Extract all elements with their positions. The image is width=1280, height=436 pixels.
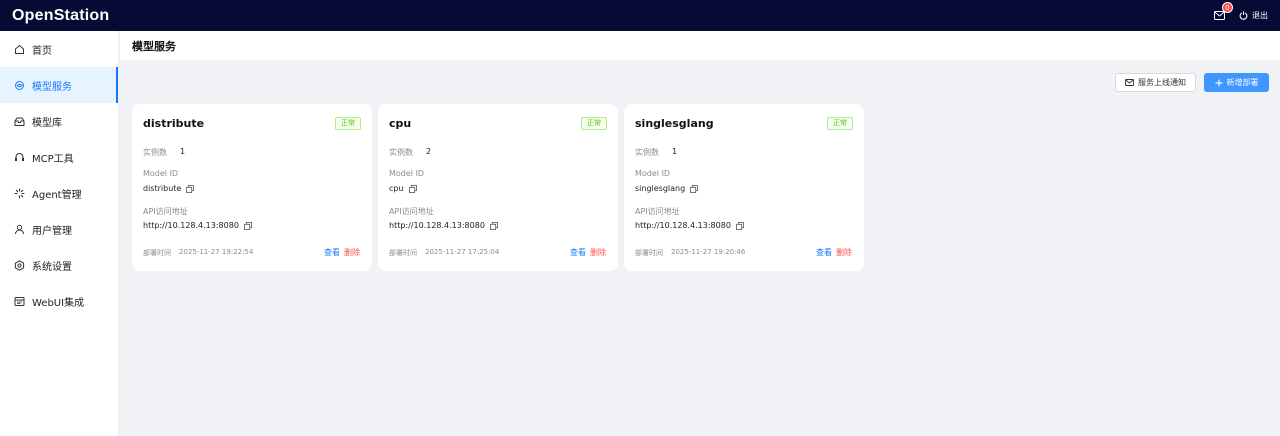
copy-icon[interactable]	[244, 221, 252, 230]
model-id-value: distribute	[143, 184, 195, 193]
sidebar-item-mcp-tools[interactable]: MCP工具	[0, 139, 118, 175]
copy-icon[interactable]	[690, 184, 699, 193]
view-link[interactable]: 查看	[324, 247, 340, 258]
sidebar-item-label: 用户管理	[32, 225, 72, 237]
sidebar-item-model-library[interactable]: 模型库	[0, 103, 118, 139]
settings-icon	[14, 259, 25, 271]
deploy-time-label: 部署时间	[143, 249, 171, 257]
sidebar-item-label: 首页	[32, 45, 52, 57]
model-id-text: cpu	[389, 184, 404, 193]
instances-label: 实例数	[389, 148, 413, 157]
service-card: distribute 正常 实例数 1 Model ID distribute …	[132, 104, 372, 271]
user-icon	[14, 224, 25, 235]
instances-value: 2	[426, 147, 431, 156]
logout-button[interactable]: 退出	[1239, 10, 1268, 21]
instances-count: 1	[180, 147, 186, 156]
notify-button-label: 服务上线通知	[1138, 78, 1186, 87]
mail-icon	[1125, 79, 1134, 86]
api-address-label: API访问地址	[389, 207, 434, 216]
agent-icon	[14, 187, 25, 199]
model-id-text: singlesglang	[635, 184, 686, 193]
top-right-actions: 0 退出	[1209, 1, 1268, 26]
api-address-value: http://10.128.4.13:8080	[635, 221, 744, 230]
delete-link[interactable]: 删除	[344, 247, 360, 258]
deploy-time-value: 2025-11-27 19:20:46	[671, 248, 746, 256]
deploy-time: 部署时间 2025-11-27 17:25:04	[389, 248, 499, 258]
api-address-label: API访问地址	[143, 207, 188, 216]
sidebar-item-label: 模型服务	[32, 81, 72, 93]
deploy-time-value: 2025-11-27 19:22:54	[179, 248, 254, 256]
service-name: distribute	[143, 117, 205, 130]
top-bar: OpenStation 0 退出	[0, 0, 1280, 31]
copy-icon[interactable]	[186, 184, 195, 193]
mcp-tools-icon	[14, 152, 25, 163]
home-icon	[14, 44, 25, 55]
model-service-icon	[14, 80, 25, 91]
api-address-value: http://10.128.4.13:8080	[389, 221, 498, 230]
sidebar-item-agent[interactable]: Agent管理	[0, 175, 118, 211]
model-id-label: Model ID	[143, 169, 179, 178]
service-name: singlesglang	[635, 117, 714, 130]
api-address-value: http://10.128.4.13:8080	[143, 221, 252, 230]
status-badge: 正常	[827, 117, 853, 130]
instances-value: 1	[180, 147, 185, 156]
copy-icon[interactable]	[408, 184, 417, 193]
instances-label: 实例数	[635, 148, 659, 157]
sidebar-item-label: 系统设置	[32, 261, 72, 273]
api-address-text: http://10.128.4.13:8080	[635, 221, 731, 230]
deploy-time-value: 2025-11-27 17:25:04	[425, 248, 500, 256]
sidebar-item-webui[interactable]: WebUI集成	[0, 283, 118, 319]
power-icon	[1239, 11, 1248, 20]
copy-icon[interactable]	[490, 221, 498, 230]
service-card: singlesglang 正常 实例数 1 Model ID singlesgl…	[624, 104, 864, 271]
model-id-value: singlesglang	[635, 184, 699, 193]
mail-icon	[1213, 11, 1225, 20]
add-deployment-button[interactable]: 新增部署	[1204, 73, 1269, 92]
sidebar-item-settings[interactable]: 系统设置	[0, 247, 118, 283]
model-id-value: cpu	[389, 184, 417, 193]
notification-badge: 0	[1222, 1, 1233, 13]
notification-button[interactable]: 0	[1209, 1, 1233, 26]
deploy-time: 部署时间 2025-11-27 19:20:46	[635, 248, 745, 258]
sidebar-item-label: WebUI集成	[32, 297, 85, 309]
deploy-time-label: 部署时间	[389, 249, 417, 257]
copy-icon[interactable]	[736, 221, 744, 230]
page-header: 模型服务	[120, 31, 1280, 60]
view-link[interactable]: 查看	[816, 247, 832, 258]
logout-label: 退出	[1252, 11, 1268, 20]
service-card: cpu 正常 实例数 2 Model ID cpu API访问地址 http:/…	[378, 104, 618, 271]
deploy-time: 部署时间 2025-11-27 19:22:54	[143, 248, 253, 258]
webui-icon	[14, 296, 25, 307]
delete-link[interactable]: 删除	[836, 247, 852, 258]
page-title: 模型服务	[132, 39, 176, 53]
sidebar: 首页 模型服务 模型库 MCP工具 Agent管理 用户管理 系统设置 WebU…	[0, 31, 119, 436]
api-address-label: API访问地址	[635, 207, 680, 216]
sidebar-item-label: MCP工具	[32, 153, 74, 165]
model-id-text: distribute	[143, 184, 182, 193]
model-library-icon	[14, 116, 25, 127]
sidebar-item-users[interactable]: 用户管理	[0, 211, 118, 247]
model-id-label: Model ID	[635, 169, 671, 178]
view-link[interactable]: 查看	[570, 247, 586, 258]
status-badge: 正常	[335, 117, 361, 130]
delete-link[interactable]: 删除	[590, 247, 606, 258]
api-address-text: http://10.128.4.13:8080	[389, 221, 485, 230]
instances-count: 1	[672, 147, 678, 156]
app-logo[interactable]: OpenStation	[12, 7, 109, 25]
model-id-label: Model ID	[389, 169, 425, 178]
instances-count: 2	[426, 147, 432, 156]
instances-value: 1	[672, 147, 677, 156]
service-online-notify-button[interactable]: 服务上线通知	[1115, 73, 1196, 92]
sidebar-item-model-service[interactable]: 模型服务	[0, 67, 118, 103]
add-button-label: 新增部署	[1226, 78, 1259, 87]
service-name: cpu	[389, 117, 412, 130]
sidebar-item-home[interactable]: 首页	[0, 31, 118, 67]
api-address-text: http://10.128.4.13:8080	[143, 221, 239, 230]
deploy-time-label: 部署时间	[635, 249, 663, 257]
sidebar-item-label: Agent管理	[32, 189, 82, 201]
instances-label: 实例数	[143, 148, 167, 157]
sidebar-item-label: 模型库	[32, 117, 62, 129]
plus-icon	[1215, 79, 1222, 86]
status-badge: 正常	[581, 117, 607, 130]
